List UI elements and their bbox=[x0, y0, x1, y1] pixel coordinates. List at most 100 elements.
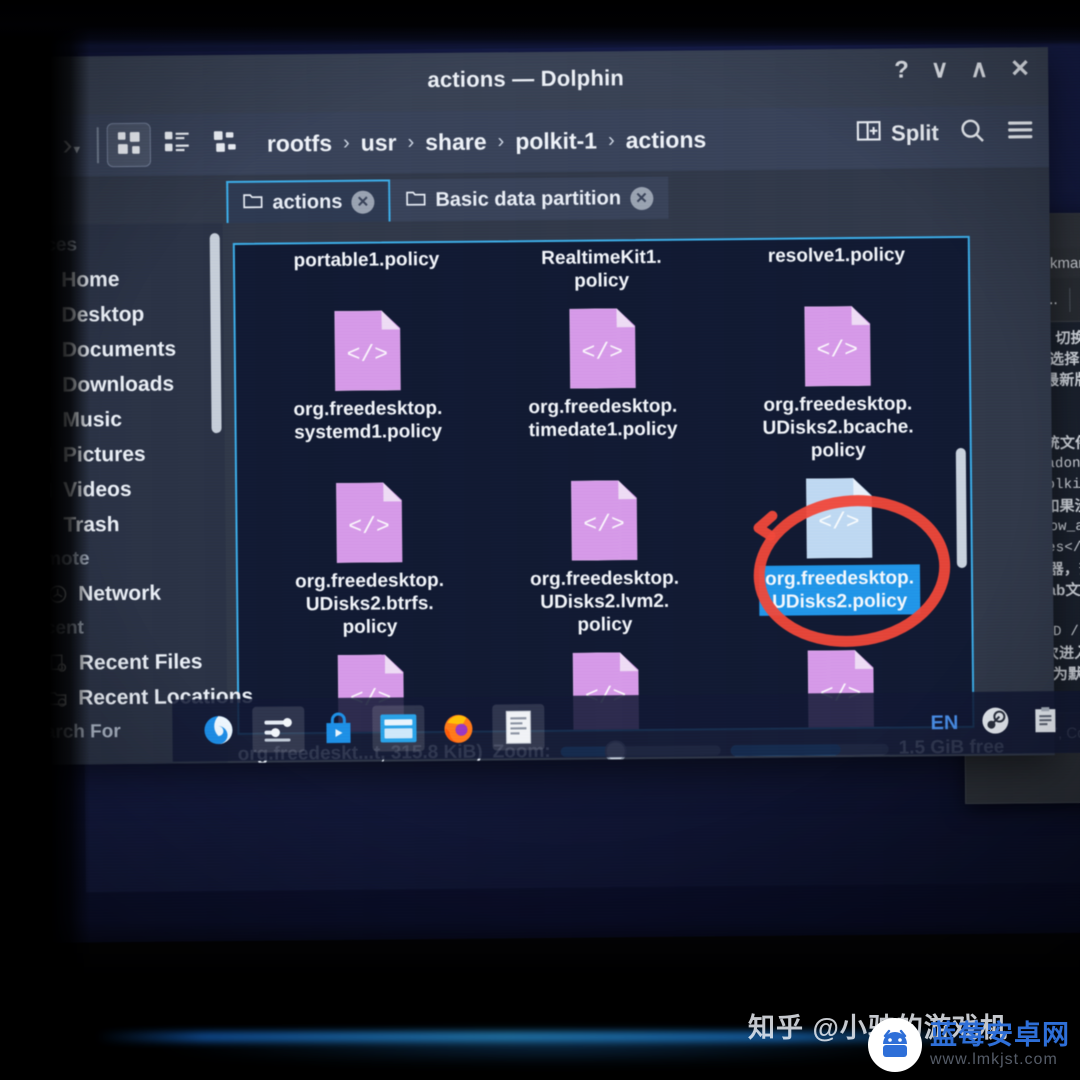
steam-icon[interactable] bbox=[980, 705, 1010, 740]
file-item[interactable]: </> org.freedesktop. UDisks2.btrfs. poli… bbox=[251, 476, 488, 640]
sidebar-item-documents[interactable]: Documents bbox=[14, 331, 224, 368]
back-button[interactable]: ‹ ▾ bbox=[16, 129, 53, 163]
search-icon[interactable] bbox=[959, 117, 986, 149]
sidebar-item-pictures[interactable]: Pictures bbox=[15, 436, 225, 473]
system-tray[interactable]: EN bbox=[930, 703, 1080, 740]
help-button[interactable]: ? bbox=[894, 56, 909, 83]
breadcrumb-item-usr[interactable]: usr bbox=[355, 129, 403, 156]
minimize-button[interactable]: ∨ bbox=[931, 56, 949, 83]
sidebar-item-network[interactable]: Network bbox=[16, 575, 226, 612]
hamburger-menu-icon[interactable] bbox=[1006, 115, 1035, 149]
sidebar-item-label: Documents bbox=[61, 337, 177, 362]
monitor-screen: 教程简 View Bookmar Open... bbox=[0, 2, 1080, 944]
kde-menu-icon[interactable] bbox=[192, 707, 244, 753]
dolphin-file-manager-icon[interactable] bbox=[372, 705, 425, 752]
dolphin-titlebar[interactable]: actions — Dolphin ? ∨ ∧ ✕ bbox=[2, 47, 1049, 116]
tab-label[interactable]: actions bbox=[272, 190, 342, 214]
sidebar-item-label: Downloads bbox=[62, 372, 175, 397]
sidebar-item-home[interactable]: Home bbox=[13, 261, 223, 298]
file-name: org.freedesktop. systemd1.policy bbox=[293, 397, 443, 444]
sidebar-item-label: Trash bbox=[63, 512, 120, 537]
file-grid: portable1.policy RealtimeKit1. policy re… bbox=[234, 236, 972, 735]
breadcrumb[interactable]: rootfs › usr › share › polkit-1 › action… bbox=[261, 126, 713, 157]
file-name: org.freedesktop. UDisks2.lvm2. policy bbox=[529, 567, 680, 636]
policy-file-icon: </> bbox=[569, 308, 636, 389]
split-button[interactable]: Split bbox=[856, 117, 939, 150]
documents-icon bbox=[30, 339, 52, 361]
discover-store-icon[interactable] bbox=[312, 706, 364, 752]
sidebar-item-desktop[interactable]: Desktop bbox=[13, 296, 223, 333]
sidebar-item-recent-files[interactable]: Recent Files bbox=[17, 644, 227, 681]
tab-label[interactable]: Basic data partition bbox=[435, 187, 621, 212]
breadcrumb-separator: › bbox=[407, 130, 415, 153]
kde-desktop: 教程简 View Bookmar Open... bbox=[2, 42, 1080, 893]
settings-mixer-icon[interactable] bbox=[252, 706, 305, 753]
split-label[interactable]: Split bbox=[891, 120, 939, 146]
file-grid-view[interactable]: portable1.policy RealtimeKit1. policy re… bbox=[232, 235, 975, 735]
places-sidebar[interactable]: Places Home Desktop Documents Downloads … bbox=[4, 223, 253, 766]
file-item[interactable]: </> org.freedesktop. systemd1.policy bbox=[249, 304, 486, 468]
breadcrumb-item-rootfs[interactable]: rootfs bbox=[261, 129, 338, 157]
close-button[interactable]: ✕ bbox=[1010, 55, 1030, 82]
file-view-scrollbar[interactable] bbox=[955, 447, 967, 569]
file-label-clipped[interactable]: RealtimeKit1. policy bbox=[483, 236, 719, 294]
view-icons-button[interactable] bbox=[106, 122, 152, 168]
toolbar-right-actions[interactable]: Split bbox=[856, 115, 1035, 151]
file-name: RealtimeKit1. policy bbox=[541, 246, 662, 292]
breadcrumb-item-polkit-1[interactable]: polkit-1 bbox=[509, 127, 603, 155]
sidebar-item-label: Videos bbox=[63, 477, 132, 502]
chevron-down-icon[interactable]: ▾ bbox=[73, 141, 80, 157]
close-tab-icon[interactable]: ✕ bbox=[629, 186, 654, 210]
split-view-icon[interactable] bbox=[856, 118, 882, 150]
tab-actions[interactable]: actions ✕ bbox=[226, 179, 391, 224]
pictures-icon bbox=[31, 444, 53, 466]
grid-view-icon[interactable] bbox=[116, 129, 142, 160]
sidebar-item-music[interactable]: Music bbox=[14, 401, 224, 438]
breadcrumb-separator: › bbox=[497, 129, 505, 152]
language-indicator[interactable]: EN bbox=[931, 712, 959, 735]
toolbar-divider bbox=[1069, 287, 1071, 312]
places-scrollbar[interactable] bbox=[209, 233, 222, 434]
forward-arrow-icon[interactable]: › bbox=[62, 129, 72, 163]
chevron-down-icon[interactable]: ▾ bbox=[37, 142, 44, 158]
breadcrumb-item-actions[interactable]: actions bbox=[620, 126, 713, 154]
sidebar-item-label: Home bbox=[61, 267, 120, 292]
file-name: org.freedesktop. UDisks2.bcache. policy bbox=[762, 393, 914, 462]
remote-header: Remote bbox=[19, 548, 90, 571]
list-view-icon[interactable] bbox=[164, 129, 190, 160]
tab-bar[interactable]: actions ✕ Basic data partition ✕ bbox=[4, 167, 1050, 226]
breadcrumb-item-share[interactable]: share bbox=[419, 128, 493, 156]
dolphin-toolbar[interactable]: ‹ ▾ › ▾ rootfs › usr › share › polkit-1 … bbox=[3, 105, 1050, 178]
firefox-icon[interactable] bbox=[432, 705, 484, 751]
file-label-clipped[interactable]: resolve1.policy bbox=[718, 236, 954, 291]
kate-editor-icon[interactable] bbox=[492, 703, 545, 751]
file-item[interactable]: </> org.freedesktop. UDisks2.lvm2. polic… bbox=[486, 473, 723, 637]
policy-file-icon: </> bbox=[806, 478, 873, 559]
clipboard-icon[interactable] bbox=[1032, 706, 1058, 739]
blueberry-title: 蓝莓安卓网 bbox=[930, 1020, 1070, 1050]
compact-view-icon[interactable] bbox=[212, 128, 238, 159]
sidebar-item-trash[interactable]: Trash bbox=[15, 506, 225, 543]
android-robot-icon bbox=[868, 1018, 922, 1072]
close-tab-icon[interactable]: ✕ bbox=[351, 190, 375, 214]
forward-button[interactable]: › ▾ bbox=[52, 128, 89, 162]
taskbar-launchers[interactable] bbox=[172, 703, 545, 754]
back-arrow-icon[interactable]: ‹ bbox=[26, 129, 36, 163]
file-item-selected[interactable]: </> org.freedesktop. UDisks2.policy bbox=[721, 471, 958, 635]
sidebar-item-videos[interactable]: Videos bbox=[15, 471, 225, 508]
file-item[interactable]: </> org.freedesktop. timedate1.policy bbox=[484, 301, 721, 465]
file-item[interactable]: </> org.freedesktop. UDisks2.bcache. pol… bbox=[719, 299, 956, 463]
maximize-button[interactable]: ∧ bbox=[970, 56, 988, 83]
view-details-button[interactable] bbox=[155, 122, 199, 166]
window-controls[interactable]: ? ∨ ∧ ✕ bbox=[894, 55, 1030, 83]
tab-basic-data-partition[interactable]: Basic data partition ✕ bbox=[390, 176, 669, 222]
sidebar-item-downloads[interactable]: Downloads bbox=[14, 366, 224, 403]
view-compact-button[interactable] bbox=[203, 122, 247, 166]
dolphin-window[interactable]: actions — Dolphin ? ∨ ∧ ✕ ‹ ▾ › ▾ rootfs… bbox=[2, 47, 1055, 766]
file-name: org.freedesktop. UDisks2.btrfs. policy bbox=[294, 569, 445, 638]
file-name: org.freedesktop. timedate1.policy bbox=[528, 395, 678, 442]
recent-locations-icon bbox=[47, 687, 68, 709]
blueberry-watermark: 蓝莓安卓网 www.lmkjst.com bbox=[868, 1018, 1070, 1072]
taskbar[interactable]: EN bbox=[172, 689, 1080, 762]
file-label-clipped[interactable]: portable1.policy bbox=[248, 236, 484, 296]
